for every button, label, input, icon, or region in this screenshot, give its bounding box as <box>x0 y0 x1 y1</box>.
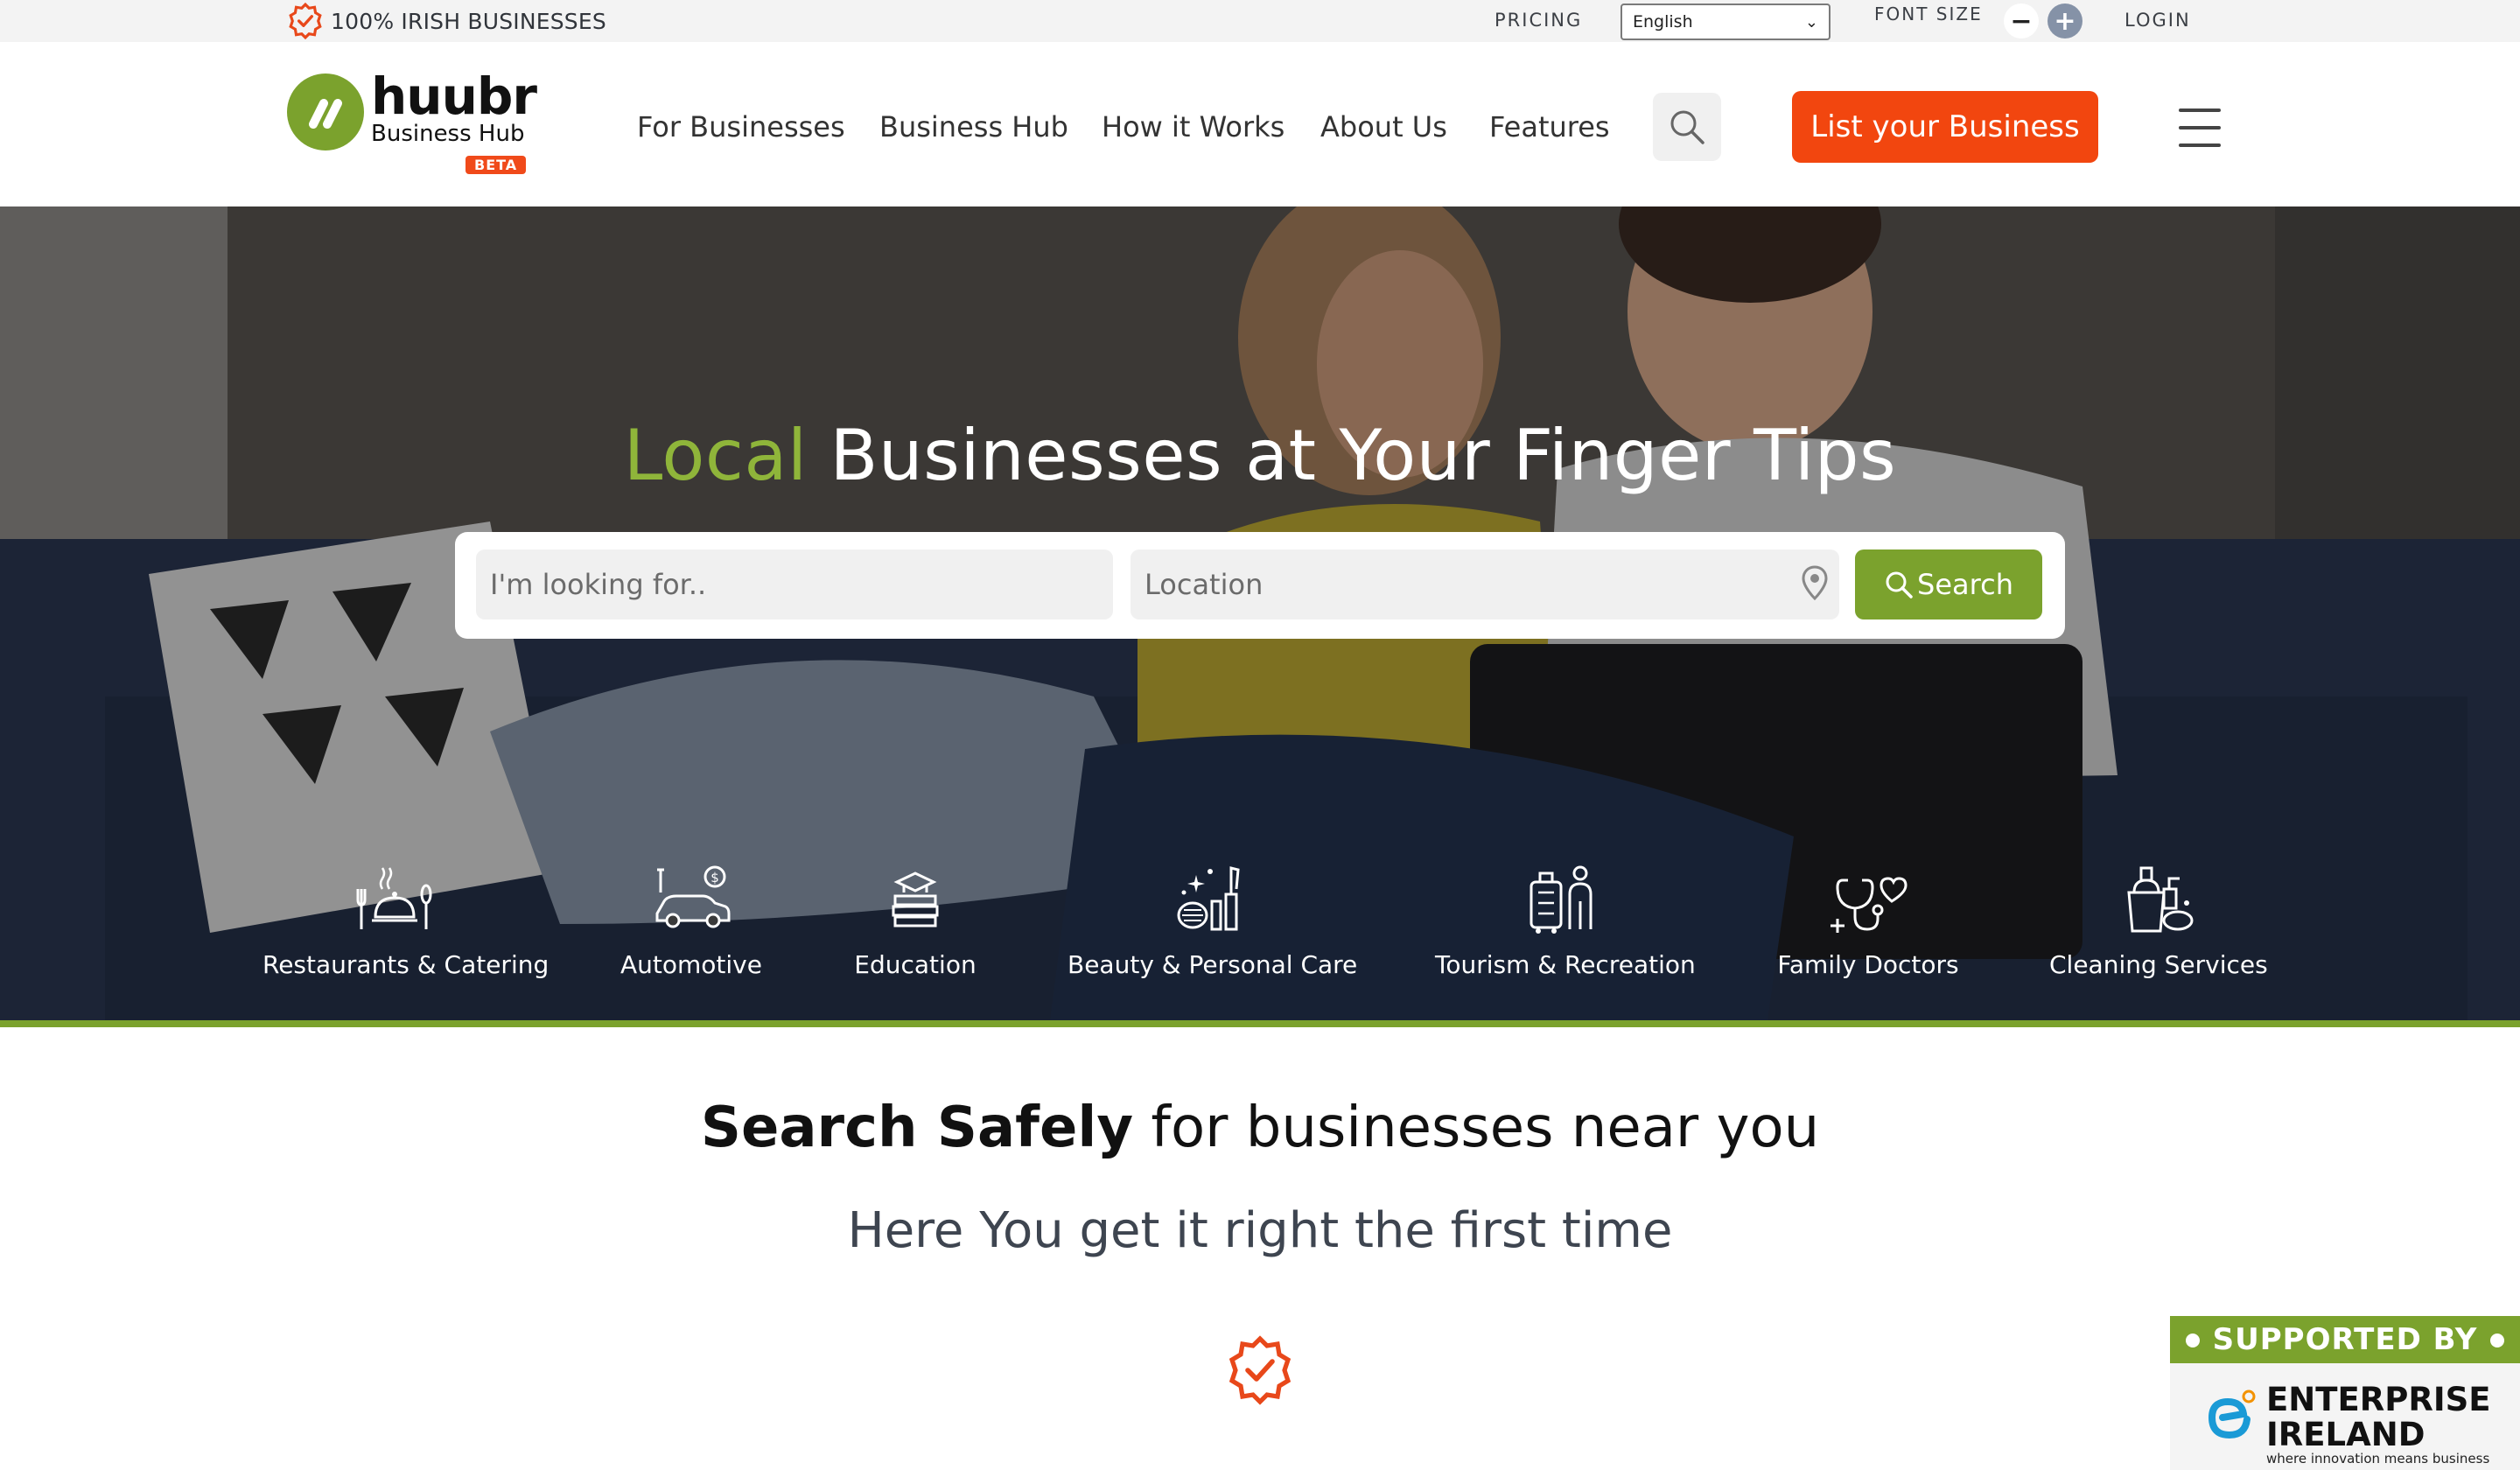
location-pin-icon <box>1802 565 1828 600</box>
enterprise-ireland-name: ENTERPRISE IRELAND <box>2266 1382 2491 1452</box>
hero-section: Local Businesses at Your Finger Tips Sea… <box>0 206 2520 1020</box>
huubr-logo[interactable]: huubr Business Hub BETA <box>287 66 541 178</box>
category-label: Tourism & Recreation <box>1435 950 1696 979</box>
enterprise-ireland-logo-icon <box>2208 1390 2256 1439</box>
beta-badge: BETA <box>466 156 527 174</box>
logo-subtitle: Business Hub <box>371 121 525 147</box>
automotive-icon: $ <box>655 865 731 928</box>
beauty-icon <box>1177 866 1240 931</box>
cleaning-icon <box>2127 866 2194 933</box>
login-link[interactable]: LOGIN <box>2124 10 2191 31</box>
header-search-button[interactable] <box>1653 93 1721 161</box>
search-panel: Search <box>455 532 2065 639</box>
hero-title-rest: Businesses at Your Finger Tips <box>830 415 1897 496</box>
restaurant-icon <box>356 867 432 929</box>
section-title-rest: for businesses near you <box>1151 1096 1820 1160</box>
search-icon <box>1670 110 1704 144</box>
category-label: Restaurants & Catering <box>262 950 550 979</box>
pricing-link[interactable]: PRICING <box>1494 10 1582 31</box>
enterprise-ireland-tagline: where innovation means business <box>2266 1451 2490 1466</box>
utility-bar: 100% IRISH BUSINESSES PRICING English ⌄ … <box>0 0 2520 42</box>
category-label: Education <box>854 950 976 979</box>
category-cleaning[interactable]: Cleaning Services <box>2049 863 2268 994</box>
font-increase-button[interactable]: + <box>2048 4 2082 38</box>
location-input[interactable] <box>1130 550 1839 620</box>
verified-badge-icon <box>1228 1335 1292 1405</box>
category-label: Cleaning Services <box>2049 950 2268 979</box>
search-input[interactable] <box>476 550 1113 620</box>
search-button[interactable]: Search <box>1855 550 2042 620</box>
category-education[interactable]: Education <box>845 863 985 994</box>
irish-businesses-badge: 100% IRISH BUSINESSES <box>287 3 606 39</box>
chevron-down-icon: ⌄ <box>1804 12 1818 32</box>
org-line-2: IRELAND <box>2266 1416 2426 1453</box>
org-line-1: ENTERPRISE <box>2266 1381 2491 1418</box>
education-icon <box>892 872 939 928</box>
supported-by-bar: SUPPORTED BY <box>2170 1316 2520 1363</box>
category-label: Beauty & Personal Care <box>1068 950 1358 979</box>
irish-businesses-label: 100% IRISH BUSINESSES <box>331 8 606 34</box>
svg-text:$: $ <box>710 870 719 886</box>
category-restaurants[interactable]: Restaurants & Catering <box>262 863 550 994</box>
logo-mark-icon <box>287 74 364 150</box>
language-value: English <box>1633 12 1693 32</box>
category-label: Family Doctors <box>1777 950 1959 979</box>
search-button-label: Search <box>1917 568 2013 601</box>
font-decrease-button[interactable]: − <box>2004 4 2039 38</box>
font-size-label: FONT SIZE <box>1874 4 1983 24</box>
dot-icon <box>2490 1334 2504 1348</box>
supported-by-widget[interactable]: SUPPORTED BY ENTERPRISE IRELAND where in… <box>2170 1316 2520 1470</box>
category-automotive[interactable]: $ Automotive <box>604 863 779 994</box>
verified-badge-icon <box>289 3 322 39</box>
nav-how-it-works[interactable]: How it Works <box>1102 110 1284 144</box>
category-tourism[interactable]: Tourism & Recreation <box>1435 863 1696 994</box>
section-subtitle: Here You get it right the first time <box>847 1202 1673 1259</box>
list-business-button[interactable]: List your Business <box>1792 91 2098 163</box>
category-label: Automotive <box>620 950 762 979</box>
language-select[interactable]: English ⌄ <box>1620 4 1830 40</box>
category-beauty[interactable]: Beauty & Personal Care <box>1068 863 1358 994</box>
hero-divider <box>0 1020 2520 1027</box>
category-doctors[interactable]: Family Doctors <box>1776 863 1960 994</box>
doctor-icon <box>1830 877 1908 933</box>
nav-business-hub[interactable]: Business Hub <box>879 110 1068 144</box>
supported-by-label: SUPPORTED BY <box>2212 1322 2478 1357</box>
hero-title-accent: Local <box>623 415 808 496</box>
menu-icon[interactable] <box>2179 108 2221 147</box>
logo-wordmark: huubr <box>371 66 537 126</box>
nav-for-businesses[interactable]: For Businesses <box>637 110 845 144</box>
hero-title: Local Businesses at Your Finger Tips <box>0 415 2520 496</box>
nav-features[interactable]: Features <box>1489 110 1610 144</box>
dot-icon <box>2186 1334 2200 1348</box>
section-title-bold: Search Safely <box>700 1096 1134 1160</box>
tourism-icon <box>1530 865 1592 934</box>
section-title: Search Safely for businesses near you <box>0 1096 2520 1160</box>
search-icon <box>1886 571 1913 598</box>
nav-about-us[interactable]: About Us <box>1320 110 1447 144</box>
